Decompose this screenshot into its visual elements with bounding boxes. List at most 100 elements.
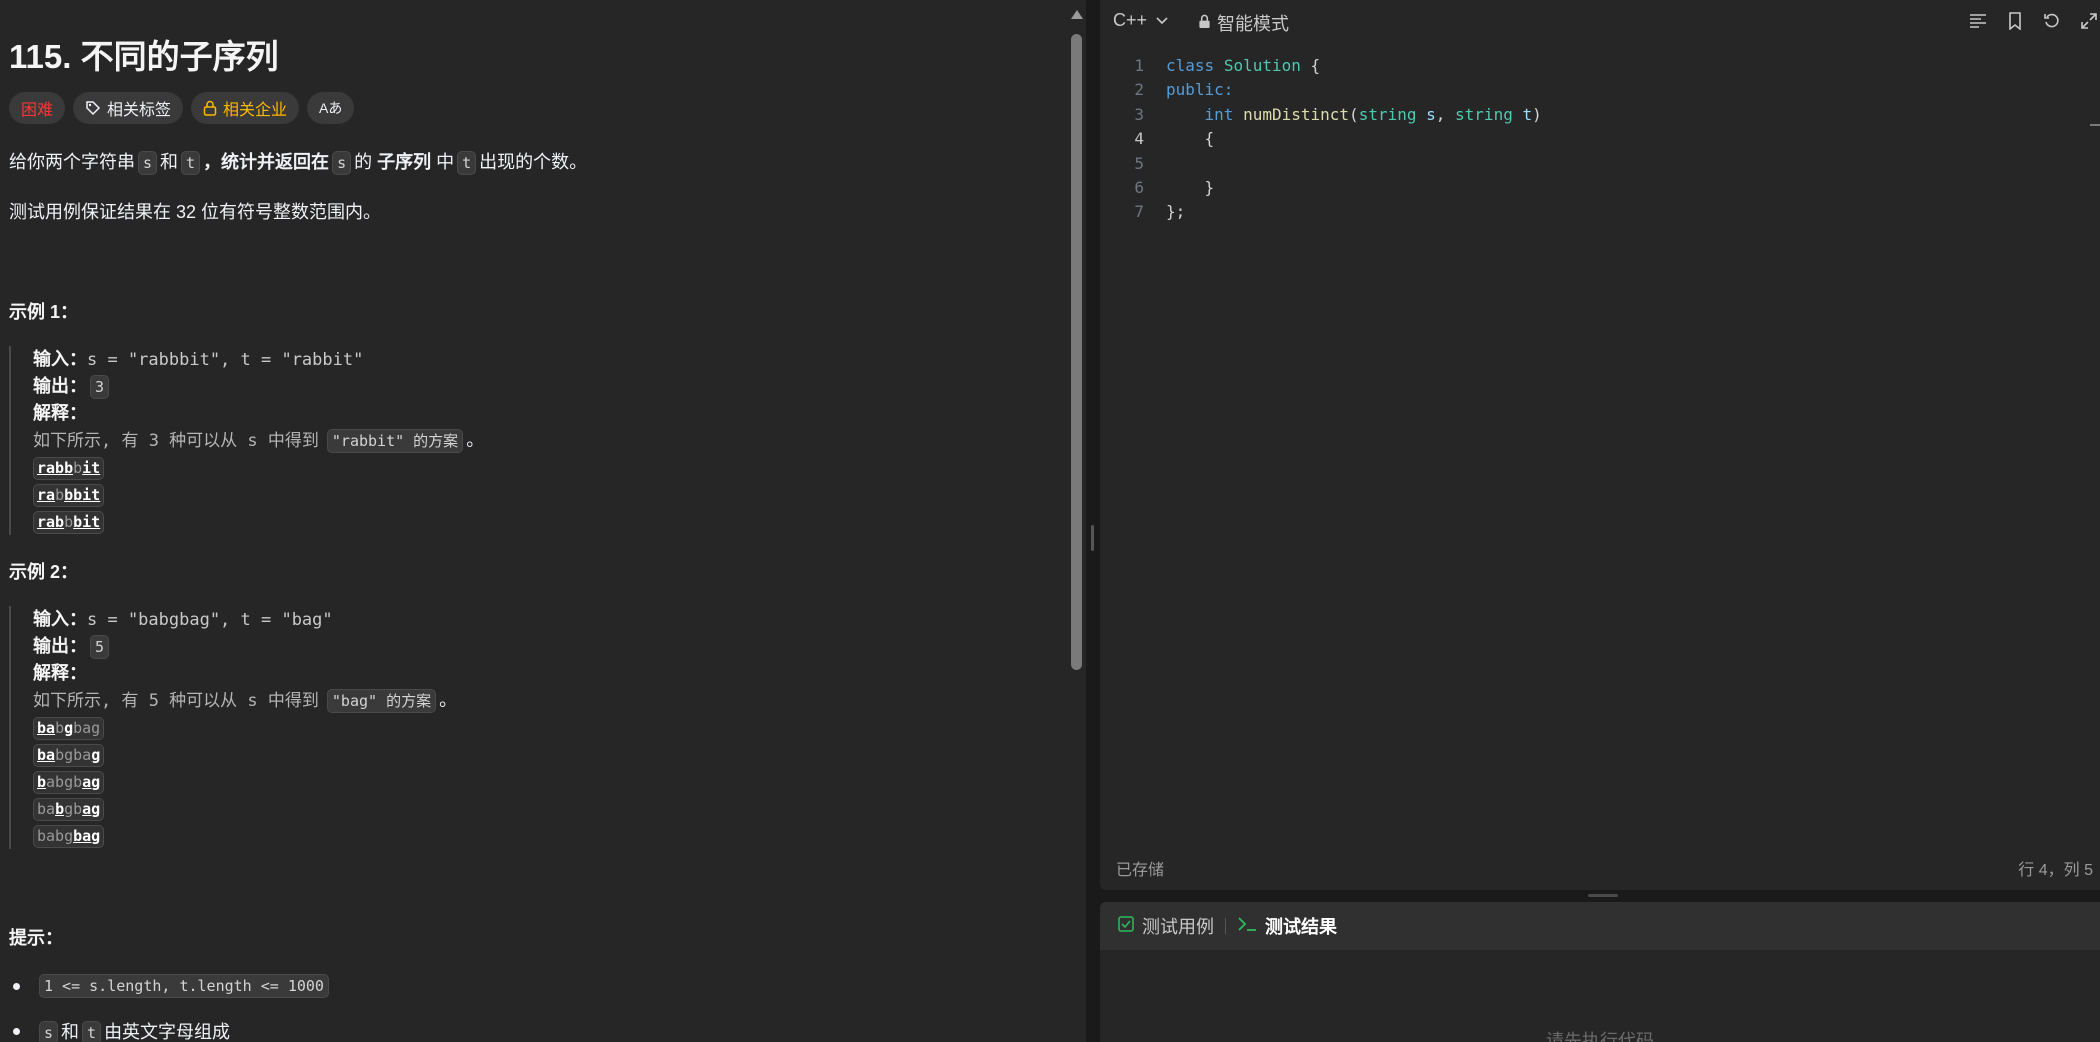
problem-tags: 困难 相关标签 相关企业 Aあ — [9, 92, 355, 124]
code-token: string — [1358, 104, 1417, 124]
problem-scrollbar[interactable] — [1068, 0, 1086, 1042]
related-tags-button[interactable]: 相关标签 — [73, 92, 184, 124]
code-line[interactable]: 4 { — [1100, 127, 2100, 151]
explain-post: 。 — [439, 690, 458, 710]
code-line[interactable]: 1 class Solution { — [1100, 54, 2100, 78]
inline-code: t — [457, 151, 477, 175]
subsequence-example: babgbag — [33, 717, 105, 740]
code-editor-panel: C++ 智能模式 1 class Solution { 2 public: 3 in… — [1100, 0, 2100, 890]
subsequence-example: babgbag — [33, 771, 105, 794]
tab-label: 测试用例 — [1142, 917, 1214, 937]
line-number: 2 — [1134, 80, 1144, 100]
problem-constraint-note: 测试用例保证结果在 32 位有符号整数范围内。 — [9, 202, 382, 222]
problem-panel: 115. 不同的子序列 困难 相关标签 相关企业 Aあ 给你两个字符串 s 和 … — [0, 0, 1068, 1042]
scroll-up-arrow[interactable] — [1071, 10, 1083, 19]
reset-icon[interactable] — [2041, 10, 2063, 32]
translate-icon: Aあ — [319, 100, 343, 116]
line-number: 3 — [1134, 104, 1144, 124]
desc-bold: 子序列 — [377, 152, 432, 172]
line-number: 4 — [1134, 129, 1144, 149]
hint-item: 1 <= s.length, t.length <= 1000 — [9, 974, 332, 998]
mode-label: 智能模式 — [1217, 14, 1289, 34]
format-icon[interactable] — [1967, 10, 1989, 32]
code-token: , — [1435, 104, 1456, 124]
input-label: 输入： — [33, 349, 87, 369]
code-token: s — [1426, 104, 1436, 124]
language-select[interactable]: C++ — [1113, 10, 1169, 31]
code-line[interactable]: 5 — [1100, 152, 2100, 176]
hint-item: s 和 t 由英文字母组成 — [9, 1018, 230, 1042]
example2-block: 输入：s = "babgbag", t = "bag" 输出： 5 解释： 如下所… — [9, 606, 457, 849]
code-token: ) — [1532, 104, 1542, 124]
translate-button[interactable]: Aあ — [307, 92, 355, 124]
resize-grip[interactable] — [1588, 894, 1618, 897]
code-line[interactable]: 3 int numDistinct(string s, string t) — [1100, 103, 2100, 127]
code-token: t — [1522, 104, 1533, 124]
explain-post: 。 — [466, 430, 485, 450]
code-line[interactable]: 6 } — [1100, 176, 2100, 200]
line-number: 5 — [1134, 153, 1144, 173]
hint-code: 1 <= s.length, t.length <= 1000 — [39, 974, 329, 998]
resize-grip[interactable] — [1091, 525, 1094, 551]
explain-chip: "rabbit" 的方案 — [326, 429, 464, 453]
editor-scroll-marker — [2090, 124, 2100, 126]
terminal-icon — [1237, 916, 1257, 937]
bullet-dot — [13, 1028, 20, 1035]
explain-label: 解释： — [33, 403, 87, 423]
input-value: s = "babgbag", t = "bag" — [87, 610, 333, 630]
tab-label: 测试结果 — [1265, 917, 1337, 937]
explain-text: 如下所示, 有 3 种可以从 s 中得到 — [33, 431, 319, 451]
input-value: s = "rabbbit", t = "rabbit" — [87, 350, 364, 370]
chevron-down-icon — [1155, 10, 1169, 31]
example2-heading: 示例 2： — [9, 562, 79, 582]
subsequence-example: babgbag — [33, 744, 105, 767]
inline-code: t — [181, 151, 201, 175]
problem-title: 115. 不同的子序列 — [9, 38, 279, 75]
panel-resize-handle[interactable] — [1086, 0, 1100, 1042]
output-value: 3 — [90, 375, 110, 399]
tab-divider — [1225, 918, 1226, 934]
run-code-placeholder: 请先执行代码 — [1546, 1031, 1654, 1042]
output-value: 5 — [90, 635, 110, 659]
tab-test-cases[interactable]: 测试用例 — [1118, 913, 1214, 939]
desc-text: 出现的个数。 — [479, 152, 588, 172]
expand-icon[interactable] — [2078, 10, 2100, 32]
example1-heading: 示例 1： — [9, 302, 79, 322]
horizontal-resize-handle[interactable] — [1100, 890, 2100, 902]
subsequence-example: babgbag — [33, 825, 105, 848]
desc-text: 中 — [436, 152, 455, 172]
checkbox-icon — [1118, 915, 1134, 937]
related-tags-label: 相关标签 — [107, 102, 172, 119]
explain-chip: "bag" 的方案 — [326, 689, 437, 713]
desc-text: ，统计并返回在 — [203, 152, 330, 172]
desc-text: 的 — [354, 152, 373, 172]
subsequence-example: rabbbit — [33, 511, 105, 534]
subsequence-example: rabbbit — [33, 484, 105, 507]
code-line[interactable]: 2 public: — [1100, 78, 2100, 102]
problem-description: 给你两个字符串 s 和 t ，统计并返回在 s 的 子序列 中 t 出现的个数。 — [9, 148, 587, 175]
code-token: public: — [1166, 80, 1234, 100]
code-token: class — [1166, 56, 1215, 75]
subsequence-example: rabbbit — [33, 457, 105, 480]
related-companies-button[interactable]: 相关企业 — [191, 92, 300, 124]
code-token: int — [1204, 104, 1234, 124]
tab-test-results[interactable]: 测试结果 — [1237, 913, 1337, 939]
code-content[interactable]: 1 class Solution { 2 public: 3 int numDist… — [1100, 54, 2100, 225]
lock-icon — [203, 100, 217, 116]
desc-text: 和 — [160, 152, 179, 172]
output-label: 输出： — [33, 636, 87, 656]
code-line[interactable]: 7}; — [1100, 200, 2100, 224]
hint-text: 由英文字母组成 — [104, 1022, 231, 1042]
subsequence-example: babgbag — [33, 798, 105, 821]
scroll-thumb[interactable] — [1071, 34, 1082, 670]
lock-icon — [1198, 13, 1211, 34]
line-number: 7 — [1134, 202, 1144, 222]
code-token: { — [1300, 56, 1321, 75]
difficulty-badge: 困难 — [9, 92, 66, 124]
bookmark-icon[interactable] — [2004, 10, 2026, 32]
code-token: Solution — [1223, 56, 1301, 75]
smart-mode-toggle[interactable]: 智能模式 — [1198, 10, 1289, 36]
explain-label: 解释： — [33, 663, 87, 683]
code-token: } — [1204, 177, 1215, 197]
editor-toolbar — [1967, 10, 2100, 32]
